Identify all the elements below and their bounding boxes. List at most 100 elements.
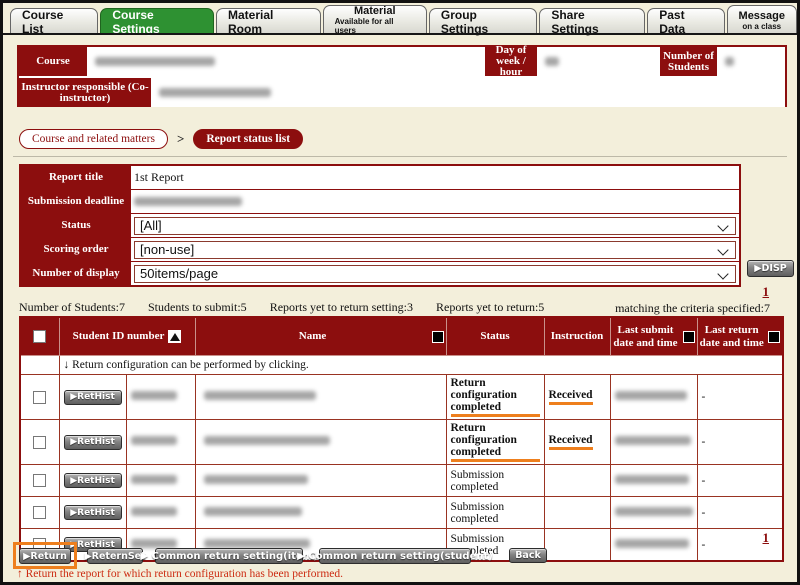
- status-selected-value: [All]: [140, 218, 162, 233]
- number-of-students-value: [717, 47, 785, 76]
- stat-reports-yet-to-return: Reports yet to return:5: [436, 300, 544, 314]
- reternset-button[interactable]: ▶ReternSet: [87, 548, 143, 564]
- tab-label: Past Data: [659, 8, 712, 36]
- scoring-order-label: Scoring order: [21, 238, 131, 261]
- return-footnote: ↑ Return the report for which return con…: [17, 568, 343, 580]
- status-filter-label: Status: [21, 214, 131, 237]
- number-of-students-label: Number of Students: [660, 47, 717, 76]
- day-of-week-value: [537, 47, 660, 76]
- last-return-value: -: [697, 375, 783, 420]
- last-return-value: -: [697, 497, 783, 529]
- instructor-label: Instructor responsible (Co-instructor): [19, 78, 151, 107]
- table-row: ▶RetHist Submission completed -: [20, 497, 783, 529]
- day-of-week-label: Day of week / hour: [485, 47, 537, 76]
- breadcrumb-report-status-list: Report status list: [193, 129, 303, 149]
- rethist-button[interactable]: ▶RetHist: [64, 473, 122, 488]
- course-label: Course: [19, 47, 87, 76]
- row-checkbox[interactable]: [33, 506, 46, 519]
- return-config-note: ↓ Return configuration can be performed …: [59, 356, 783, 375]
- sort-icon[interactable]: [768, 331, 780, 343]
- redacted-student-name[interactable]: [204, 391, 316, 400]
- breadcrumb-course-related-button[interactable]: Course and related matters: [19, 129, 168, 149]
- tab-material[interactable]: Material Available for all users: [323, 5, 427, 34]
- report-title-value: 1st Report: [131, 166, 739, 189]
- tab-label: Material Room: [228, 8, 309, 36]
- page-number-link-top[interactable]: 1: [763, 284, 770, 300]
- course-info-box: Course Day of week / hour Number of Stud…: [17, 45, 787, 107]
- last-return-value: -: [697, 420, 783, 465]
- disp-button[interactable]: ▶DISP: [747, 260, 794, 277]
- redacted-student-name[interactable]: [204, 507, 302, 516]
- instruction-value: Received: [549, 389, 593, 405]
- tab-sublabel: on a class: [742, 22, 781, 31]
- stat-number-of-students: Number of Students:7: [19, 300, 125, 314]
- matching-criteria-count: matching the criteria specified:7: [615, 301, 770, 316]
- row-checkbox[interactable]: [33, 474, 46, 487]
- tab-bar-underline: [3, 33, 797, 35]
- rethist-button[interactable]: ▶RetHist: [64, 435, 122, 450]
- report-status-table: Student ID number Name Status Instructio…: [19, 316, 784, 562]
- redacted-submit-date: [615, 436, 691, 445]
- tab-share-settings[interactable]: Share Settings: [539, 8, 645, 34]
- redacted-submit-date: [615, 539, 689, 548]
- tab-course-settings[interactable]: Course Settings: [100, 8, 214, 34]
- page-number-link-bottom[interactable]: 1: [763, 530, 770, 546]
- last-submit-header: Last submit date and time: [613, 324, 679, 350]
- last-return-header: Last return date and time: [700, 324, 765, 350]
- status-value[interactable]: Return configuration completed: [451, 422, 540, 462]
- submission-deadline-value: [131, 190, 739, 213]
- breadcrumb-separator: >: [177, 131, 184, 147]
- summary-stats: Number of Students:7 Students to submit:…: [19, 300, 564, 315]
- scoring-order-select[interactable]: [non-use]: [134, 241, 736, 259]
- sort-icon[interactable]: [432, 331, 444, 343]
- tab-bar: Course List Course Settings Material Roo…: [10, 5, 797, 34]
- common-return-setting-student-button[interactable]: ▶ Common return setting(student): [319, 548, 471, 564]
- redacted-count: [725, 57, 734, 66]
- stat-reports-yet-return-setting: Reports yet to return setting:3: [270, 300, 413, 314]
- redacted-submit-date: [615, 507, 693, 516]
- tab-label: Share Settings: [551, 8, 633, 36]
- row-checkbox[interactable]: [33, 436, 46, 449]
- tab-label: Material: [354, 5, 396, 17]
- redacted-submit-date: [615, 475, 689, 484]
- table-row: ▶RetHist Return configuration completed …: [20, 375, 783, 420]
- rethist-button[interactable]: ▶RetHist: [64, 505, 122, 520]
- breadcrumb: Course and related matters > Report stat…: [19, 129, 303, 149]
- display-selected-value: 50items/page: [140, 266, 218, 281]
- common-return-setting-item-button[interactable]: ▶ Common return setting(item): [155, 548, 303, 564]
- tab-course-list[interactable]: Course List: [10, 8, 98, 34]
- sort-ascending-icon[interactable]: [168, 330, 181, 343]
- tab-group-settings[interactable]: Group Settings: [429, 8, 537, 34]
- redacted-course-name: [95, 57, 215, 66]
- redacted-day: [545, 57, 559, 66]
- redacted-student-id: [131, 507, 177, 516]
- instruction-header: Instruction: [551, 330, 604, 342]
- report-title-label: Report title: [21, 166, 131, 189]
- course-value: [87, 47, 485, 76]
- redacted-student-name[interactable]: [204, 436, 330, 445]
- status-value[interactable]: Submission completed: [451, 501, 505, 525]
- last-return-value: -: [697, 465, 783, 497]
- row-checkbox[interactable]: [33, 391, 46, 404]
- status-select[interactable]: [All]: [134, 217, 736, 235]
- number-of-display-select[interactable]: 50items/page: [134, 265, 736, 283]
- return-button[interactable]: ▶Return: [19, 548, 71, 564]
- status-value[interactable]: Return configuration completed: [451, 377, 540, 417]
- table-header-row: Student ID number Name Status Instructio…: [20, 317, 783, 356]
- screenshot-frame: Course List Course Settings Material Roo…: [0, 0, 800, 585]
- chevron-down-icon: [717, 220, 728, 231]
- select-all-checkbox[interactable]: [33, 330, 46, 343]
- status-value[interactable]: Submission completed: [451, 469, 505, 493]
- status-header: Status: [480, 330, 509, 342]
- sort-icon[interactable]: [683, 331, 695, 343]
- instruction-value: Received: [549, 434, 593, 450]
- tab-message[interactable]: Message on a class: [727, 5, 797, 34]
- redacted-submit-date: [615, 391, 687, 400]
- tab-past-data[interactable]: Past Data: [647, 8, 724, 34]
- redacted-student-name[interactable]: [204, 539, 310, 548]
- tab-material-room[interactable]: Material Room: [216, 8, 321, 34]
- redacted-student-name[interactable]: [204, 475, 308, 484]
- rethist-button[interactable]: ▶RetHist: [64, 390, 122, 405]
- submission-deadline-label: Submission deadline: [21, 190, 131, 213]
- back-button[interactable]: Back: [509, 548, 547, 563]
